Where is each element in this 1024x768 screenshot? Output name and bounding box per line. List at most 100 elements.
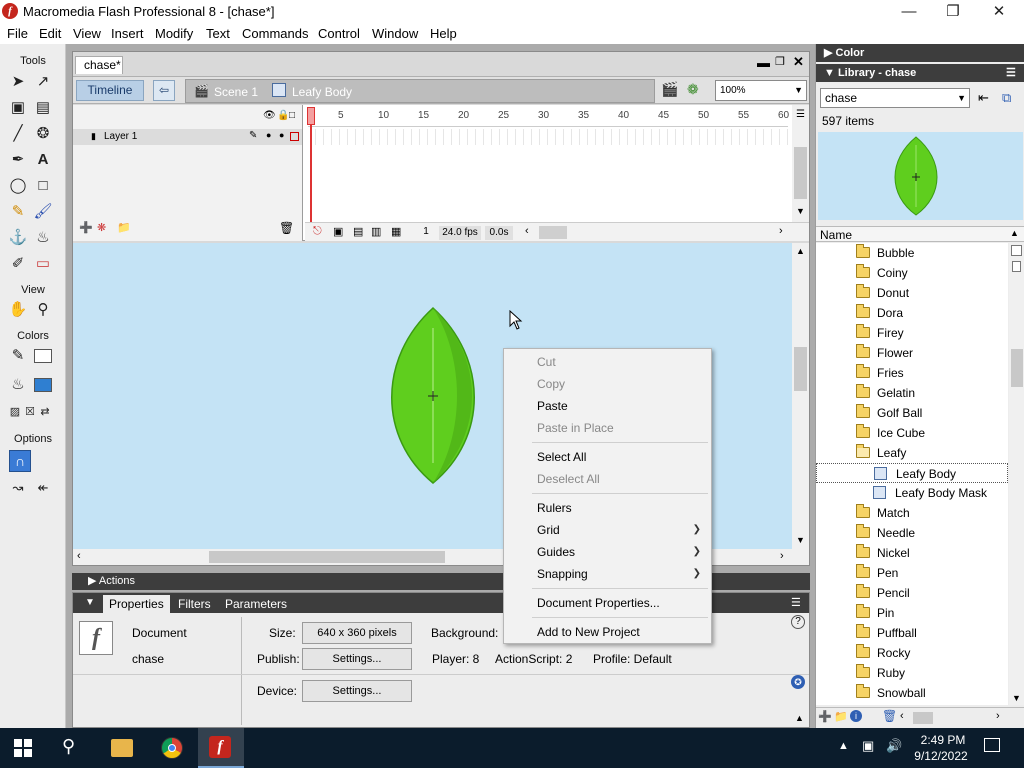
eraser-tool-icon[interactable]: ▭ <box>32 253 54 275</box>
doc-close-icon[interactable]: ✕ <box>793 54 804 70</box>
file-explorer-icon[interactable] <box>111 739 133 757</box>
list-item[interactable]: Leafy <box>816 443 1006 463</box>
flash-taskbar-button[interactable]: f <box>198 728 244 768</box>
onion-outline-icon[interactable]: ▤ <box>353 225 363 238</box>
oval-tool-icon[interactable]: ◯ <box>7 175 29 197</box>
menu-item-snapping[interactable]: Snapping <box>537 567 588 581</box>
fill-transform-tool-icon[interactable]: ▤ <box>32 97 54 119</box>
chevron-down-icon[interactable]: ▼ <box>1012 693 1021 703</box>
h-scroll-thumb[interactable] <box>539 226 567 239</box>
new-symbol-icon[interactable]: ➕ <box>818 710 832 723</box>
list-item[interactable]: Leafy Body Mask <box>816 483 1006 503</box>
menu-help[interactable]: Help <box>430 26 457 41</box>
wide-view-icon[interactable] <box>1011 245 1022 256</box>
minimize-button[interactable]: — <box>886 0 932 24</box>
add-motion-guide-icon[interactable]: ❋ <box>97 221 106 234</box>
help-icon[interactable]: ? <box>791 615 805 629</box>
new-library-panel-icon[interactable]: ⧉ <box>1002 90 1011 106</box>
playhead-handle[interactable] <box>307 107 315 125</box>
notification-icon[interactable] <box>984 738 1000 752</box>
frame-row[interactable] <box>308 129 788 145</box>
frame-ruler[interactable]: 5 10 15 20 25 30 35 40 45 50 55 60 <box>308 105 789 127</box>
subselection-tool-icon[interactable]: ↗ <box>32 71 54 93</box>
edit-symbols-icon[interactable]: ❁ <box>687 81 699 98</box>
h-scroll-thumb[interactable] <box>913 712 933 724</box>
menu-item-document-properties[interactable]: Document Properties... <box>537 596 660 610</box>
panel-menu-icon[interactable]: ☰ <box>791 596 801 609</box>
chevron-left-icon[interactable]: ‹ <box>900 710 904 722</box>
paint-bucket-tool-icon[interactable]: ♨ <box>32 227 54 249</box>
ink-bottle-tool-icon[interactable]: ⚓ <box>7 227 29 249</box>
chevron-up-icon[interactable]: ▲ <box>796 246 805 256</box>
pencil-tool-icon[interactable]: ✎ <box>7 201 29 223</box>
insert-layer-icon[interactable]: ➕ <box>79 221 93 234</box>
close-button[interactable]: ✕ <box>976 0 1022 24</box>
list-item[interactable]: Donut <box>816 283 1006 303</box>
hand-tool-icon[interactable]: ✋ <box>7 299 29 321</box>
chevron-down-icon[interactable]: ▼ <box>796 206 805 216</box>
list-item[interactable]: Match <box>816 503 1006 523</box>
menu-item-copy[interactable]: Copy <box>537 377 565 391</box>
search-icon[interactable]: ⚲ <box>62 736 75 757</box>
list-item[interactable]: Flower <box>816 343 1006 363</box>
timeline-scrollbar[interactable]: ☰ ▼ <box>792 105 809 223</box>
edit-scene-icon[interactable]: 🎬 <box>661 81 678 98</box>
chevron-down-icon[interactable]: ▼ <box>796 535 805 545</box>
clock-date[interactable]: 9/12/2022 <box>905 749 977 763</box>
library-column-header[interactable]: Name ▲ <box>816 226 1024 242</box>
list-item[interactable]: Ice Cube <box>816 423 1006 443</box>
clock-time[interactable]: 2:49 PM <box>913 733 973 747</box>
frame-rate[interactable]: 24.0 fps <box>439 226 481 240</box>
chevron-left-icon[interactable]: ‹ <box>525 225 529 237</box>
list-item[interactable]: Dora <box>816 303 1006 323</box>
menu-insert[interactable]: Insert <box>111 26 144 41</box>
list-item[interactable]: Nickel <box>816 543 1006 563</box>
tab-parameters[interactable]: Parameters <box>225 597 287 611</box>
text-tool-icon[interactable]: A <box>32 149 54 171</box>
scroll-thumb[interactable] <box>209 551 445 563</box>
lock-icon[interactable]: 🔒 <box>277 110 289 121</box>
lasso-tool-icon[interactable]: ❂ <box>32 123 54 145</box>
network-icon[interactable]: ▣ <box>862 738 874 754</box>
document-tab[interactable]: chase* <box>75 56 123 74</box>
list-item[interactable]: Pin <box>816 603 1006 623</box>
edit-multiple-icon[interactable]: ▥ <box>371 225 381 238</box>
menu-item-deselect-all[interactable]: Deselect All <box>537 472 600 486</box>
tab-properties[interactable]: Properties <box>103 595 170 613</box>
onion-skin-icon[interactable]: ▣ <box>333 225 343 238</box>
center-frame-icon[interactable]: ⎋ <box>313 225 322 238</box>
delete-layer-icon[interactable]: 🗑 <box>279 221 294 235</box>
swap-colors-icon[interactable]: ⇄ <box>34 401 56 423</box>
chevron-up-icon[interactable]: ▲ <box>838 740 849 752</box>
doc-restore-icon[interactable]: ❐ <box>775 55 785 68</box>
scroll-thumb[interactable] <box>1011 349 1023 387</box>
zoom-select[interactable]: 100% ▼ <box>715 80 807 101</box>
menu-item-grid[interactable]: Grid <box>537 523 560 537</box>
timeline-toggle-button[interactable]: Timeline <box>76 80 144 101</box>
playhead[interactable] <box>310 107 312 227</box>
library-select[interactable]: chase ▼ <box>820 88 970 108</box>
menu-modify[interactable]: Modify <box>155 26 193 41</box>
maximize-button[interactable]: ❐ <box>930 0 976 24</box>
modify-markers-icon[interactable]: ▦ <box>391 225 401 238</box>
list-item[interactable]: Coiny <box>816 263 1006 283</box>
free-transform-tool-icon[interactable]: ▣ <box>7 97 29 119</box>
list-item[interactable]: Pencil <box>816 583 1006 603</box>
straighten-icon[interactable]: ↞ <box>32 477 54 499</box>
windows-start-icon[interactable] <box>14 739 32 757</box>
chevron-left-icon[interactable]: ‹ <box>77 550 81 562</box>
breadcrumb-symbol[interactable]: Leafy Body <box>292 85 352 99</box>
panel-menu-icon[interactable]: ☰ <box>1006 64 1016 82</box>
selection-tool-icon[interactable]: ➤ <box>7 71 29 93</box>
menu-item-paste-in-place[interactable]: Paste in Place <box>537 421 614 435</box>
eyedropper-tool-icon[interactable]: ✐ <box>7 253 29 275</box>
menu-control[interactable]: Control <box>318 26 360 41</box>
sort-icon[interactable]: ▲ <box>1010 228 1019 238</box>
pin-library-icon[interactable]: ⇤ <box>978 90 989 106</box>
library-panel-header[interactable]: ▼ Library - chase ☰ <box>816 64 1024 82</box>
menu-item-paste[interactable]: Paste <box>537 399 568 413</box>
doc-minimize-icon[interactable]: ▬ <box>757 55 770 70</box>
list-item[interactable]: Firey <box>816 323 1006 343</box>
layer-row[interactable]: ▮ Layer 1 ✎ ● ● <box>73 129 302 145</box>
line-tool-icon[interactable]: ╱ <box>7 123 29 145</box>
